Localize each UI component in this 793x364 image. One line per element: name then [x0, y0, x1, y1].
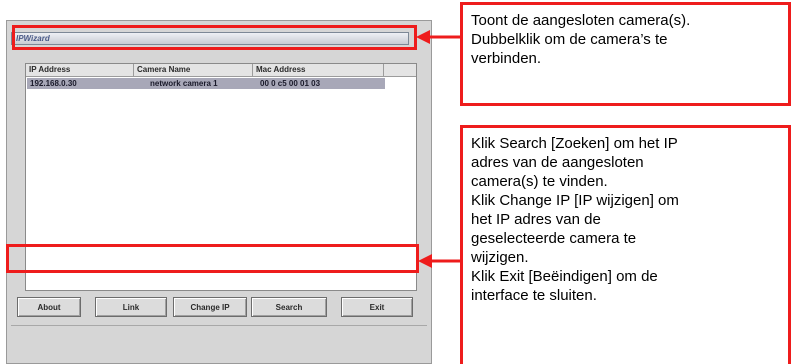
column-filler	[384, 64, 416, 77]
link-button[interactable]: Link	[95, 297, 167, 317]
search-button[interactable]: Search	[251, 297, 327, 317]
callout-line: Klik Change IP [IP wijzigen] om	[471, 192, 679, 209]
callout-line: het IP adres van de	[471, 211, 601, 228]
callout-line: interface te sluiten.	[471, 287, 597, 304]
exit-button[interactable]: Exit	[341, 297, 413, 317]
screenshot: IPWizard IP Address Camera Name Mac Addr…	[0, 0, 793, 364]
callout-line: adres van de aangesloten	[471, 154, 644, 171]
callout-line: Toont de aangesloten camera(s).	[471, 12, 691, 29]
column-ip-address[interactable]: IP Address	[26, 64, 134, 77]
callout-camera-list: Toont de aangesloten camera(s). Dubbelkl…	[460, 2, 791, 106]
cell-ip: 192.168.0.30	[30, 79, 77, 88]
cell-mac: 00 0 c5 00 01 03	[260, 79, 321, 88]
callout-line: verbinden.	[471, 50, 542, 67]
callout-buttons: Klik Search [Zoeken] om het IP adres van…	[460, 125, 791, 364]
highlight-title-bar	[12, 25, 417, 50]
column-mac-address[interactable]: Mac Address	[253, 64, 384, 77]
callout-line: geselecteerde camera te	[471, 230, 637, 247]
highlight-status-area	[6, 244, 419, 273]
ipwizard-window: IPWizard IP Address Camera Name Mac Addr…	[6, 20, 432, 364]
callout-line: Klik Search [Zoeken] om het IP	[471, 135, 678, 152]
cell-camera-name: network camera 1	[150, 79, 218, 88]
list-header: IP Address Camera Name Mac Address	[26, 64, 416, 77]
arrow-left-icon	[418, 254, 462, 268]
change-ip-button[interactable]: Change IP	[173, 297, 247, 317]
callout-line: Dubbelklik om de camera’s te	[471, 31, 668, 48]
status-area	[11, 325, 427, 362]
arrow-left-icon	[416, 30, 462, 44]
callout-line: camera(s) te vinden.	[471, 173, 608, 190]
about-button[interactable]: About	[17, 297, 81, 317]
callout-line: wijzigen.	[471, 249, 529, 266]
column-camera-name[interactable]: Camera Name	[134, 64, 253, 77]
callout-line: Klik Exit [Beëindigen] om de	[471, 268, 658, 285]
table-row[interactable]: 192.168.0.30 network camera 1 00 0 c5 00…	[27, 78, 385, 89]
